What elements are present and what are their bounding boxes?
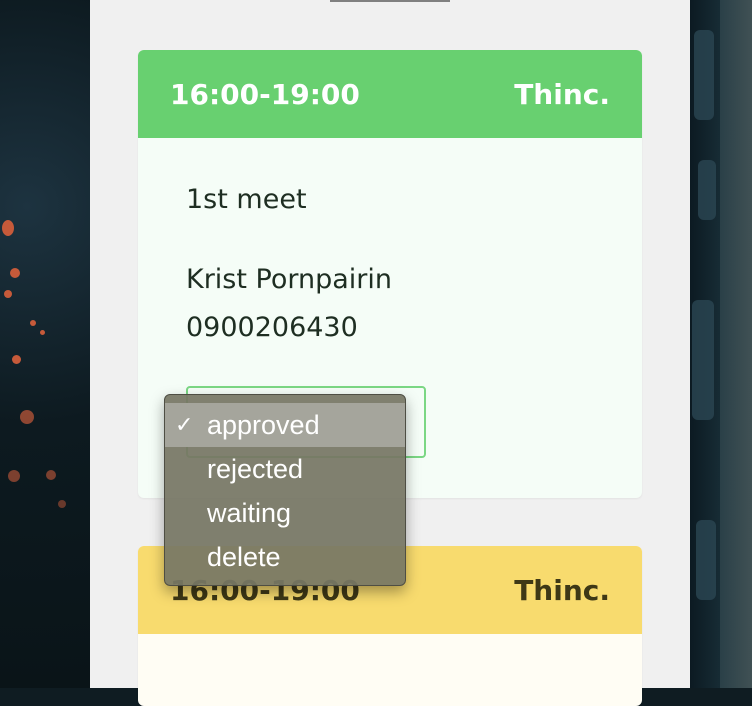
option-label: delete xyxy=(207,542,281,572)
background-right xyxy=(690,0,752,688)
status-dropdown-menu: ✓ approved rejected waiting delete xyxy=(164,394,406,586)
status-option-rejected[interactable]: rejected xyxy=(165,447,405,491)
company-name: Thinc. xyxy=(514,573,610,607)
option-label: approved xyxy=(207,410,320,440)
background-left xyxy=(0,0,90,688)
option-label: waiting xyxy=(207,498,292,528)
top-divider xyxy=(330,0,450,2)
status-option-approved[interactable]: ✓ approved xyxy=(165,403,405,447)
meeting-title: 1st meet xyxy=(186,184,307,215)
status-option-delete[interactable]: delete xyxy=(165,535,405,579)
contact-name: Krist Pornpairin xyxy=(186,264,393,295)
contact-phone: 0900206430 xyxy=(186,312,358,343)
status-option-waiting[interactable]: waiting xyxy=(165,491,405,535)
card-header: 16:00-19:00 Thinc. xyxy=(138,50,642,138)
option-label: rejected xyxy=(207,454,304,484)
checkmark-icon: ✓ xyxy=(175,412,194,437)
company-name: Thinc. xyxy=(514,77,610,111)
time-slot: 16:00-19:00 xyxy=(170,77,360,111)
